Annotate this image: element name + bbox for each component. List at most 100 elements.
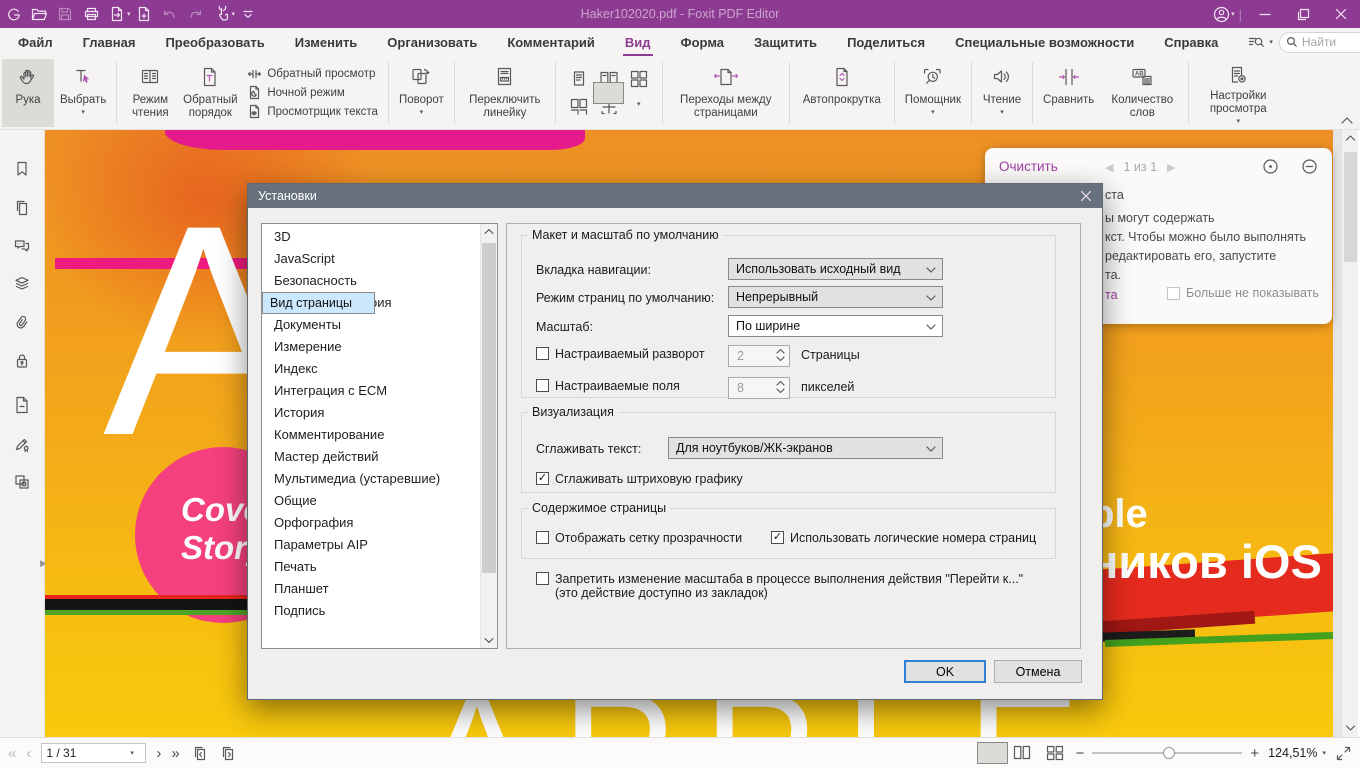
custom-spread-spinner[interactable]: 2 (728, 345, 790, 367)
category-item[interactable]: Комментирование (262, 424, 480, 446)
bookmarks-icon[interactable] (13, 160, 31, 178)
linked-content-icon[interactable] (13, 473, 31, 491)
list-scrollbar[interactable] (480, 224, 497, 648)
pages-icon[interactable] (13, 199, 31, 217)
search-input-box[interactable] (1278, 31, 1360, 53)
read-mode-button[interactable]: Режим чтения (121, 59, 179, 127)
comments-icon[interactable] (13, 237, 31, 255)
status-layout-quad-button[interactable] (1043, 742, 1067, 764)
prev-page-button[interactable]: ‹ (26, 745, 31, 762)
reverse-view-button[interactable]: Обратный просмотр (247, 67, 378, 81)
category-item[interactable]: История (262, 402, 480, 424)
menu-help[interactable]: Справка (1164, 35, 1218, 50)
new-document-icon[interactable] (131, 2, 157, 26)
assistant-button[interactable]: Помощник ▾ (899, 59, 967, 127)
menu-accessibility[interactable]: Специальные возможности (955, 35, 1134, 50)
category-item-selected[interactable]: Вид страницы (262, 292, 375, 314)
dialog-titlebar[interactable]: Установки (248, 184, 1102, 208)
category-item[interactable]: Орфография (262, 512, 480, 534)
logical-pages-checkbox[interactable]: ✓ Использовать логические номера страниц (771, 531, 1036, 545)
select-tool-button[interactable]: Выбрать ▾ (54, 59, 112, 127)
last-page-button[interactable]: » (171, 745, 179, 762)
menu-edit[interactable]: Изменить (295, 35, 358, 50)
search-mode-caret-icon[interactable]: ▾ (1269, 38, 1273, 46)
signature-icon[interactable] (13, 435, 31, 453)
category-item[interactable]: Измерение (262, 336, 480, 358)
category-item[interactable]: JavaScript (262, 248, 480, 270)
zoom-value-dropdown[interactable]: 124,51% ▾ (1268, 746, 1326, 760)
close-button[interactable] (1322, 0, 1360, 28)
menu-form[interactable]: Форма (681, 35, 724, 50)
print-icon[interactable] (78, 2, 104, 26)
smooth-text-select[interactable]: Для ноутбуков/ЖК-экранов (668, 437, 943, 459)
list-scrollbar-thumb[interactable] (482, 243, 496, 573)
smooth-lineart-checkbox[interactable]: ✓ Сглаживать штриховую графику (536, 472, 743, 486)
vertical-scrollbar[interactable] (1341, 130, 1358, 737)
spinner-arrows-icon[interactable] (776, 348, 785, 362)
menu-share[interactable]: Поделиться (847, 35, 925, 50)
hand-tool-button[interactable]: Рука (2, 59, 54, 127)
nav-tab-select[interactable]: Использовать исходный вид (728, 258, 943, 280)
fullscreen-icon[interactable] (1335, 745, 1352, 762)
minimize-button[interactable] (1246, 0, 1284, 28)
security-icon[interactable] (13, 352, 31, 370)
rotate-button[interactable]: Поворот ▾ (393, 59, 450, 127)
word-count-button[interactable]: AB Количество слов (1100, 59, 1184, 127)
attachments-icon[interactable] (13, 314, 31, 332)
category-item[interactable]: Мастер действий (262, 446, 480, 468)
zoom-in-button[interactable]: + (1250, 745, 1259, 762)
next-page-button[interactable]: › (156, 745, 161, 762)
category-item[interactable]: Печать (262, 556, 480, 578)
search-input[interactable] (1301, 35, 1360, 49)
spinner-arrows-icon[interactable] (776, 380, 785, 394)
zoom-slider-knob[interactable] (1162, 747, 1175, 759)
notification-action-link[interactable]: та (1105, 288, 1118, 302)
toggle-ruler-button[interactable]: Переключить линейку (459, 59, 551, 127)
status-layout-continuous-button[interactable] (976, 742, 1008, 764)
layout-continuous-button[interactable] (593, 82, 625, 104)
forbid-zoom-checkbox[interactable]: Запретить изменение масштаба в процессе … (536, 572, 1023, 600)
restore-button[interactable] (1284, 0, 1322, 28)
notification-clear-link[interactable]: Очистить (999, 159, 1058, 174)
zoom-slider-track[interactable] (1092, 747, 1243, 759)
menu-file[interactable]: Файл (18, 35, 53, 50)
view-settings-button[interactable]: Настройки просмотра ▾ (1193, 59, 1283, 127)
cancel-button[interactable]: Отмена (994, 660, 1082, 683)
dialog-close-icon[interactable] (1078, 188, 1094, 204)
pager-prev-icon[interactable]: ◀ (1105, 161, 1113, 174)
menu-view[interactable]: Вид (622, 35, 653, 57)
scrollbar-thumb[interactable] (1344, 152, 1357, 262)
category-item[interactable]: Документы (262, 314, 480, 336)
notification-collapse-icon[interactable] (1301, 158, 1318, 175)
dont-show-again-checkbox[interactable]: Больше не показывать (1167, 286, 1319, 300)
reverse-order-button[interactable]: Обратный порядок (179, 59, 241, 127)
status-layout-facing-button[interactable] (1010, 742, 1034, 764)
transparency-grid-checkbox[interactable]: Отображать сетку прозрачности (536, 531, 742, 545)
preferences-category-list[interactable]: 3D JavaScript Безопасность Вид страницы … (261, 223, 498, 649)
autoscroll-button[interactable]: Автопрокрутка (794, 59, 890, 127)
category-item[interactable]: Индекс (262, 358, 480, 380)
page-transitions-button[interactable]: Переходы между страницами (667, 59, 785, 127)
split-caret-icon[interactable]: ▾ (637, 100, 641, 108)
category-item[interactable]: Безопасность (262, 270, 480, 292)
page-number-input[interactable] (46, 746, 131, 760)
list-scroll-down-icon[interactable] (484, 637, 494, 644)
advanced-search-icon[interactable] (1248, 35, 1266, 50)
menu-organize[interactable]: Организовать (387, 35, 477, 50)
reading-button[interactable]: Чтение ▾ (976, 59, 1028, 127)
layout-quad-button[interactable] (625, 66, 653, 92)
scroll-up-icon[interactable] (1345, 134, 1356, 142)
customize-toolbar-icon[interactable] (235, 2, 261, 26)
destinations-icon[interactable] (13, 396, 31, 414)
category-item[interactable]: Интеграция с ECM (262, 380, 480, 402)
layers-icon[interactable] (13, 275, 31, 293)
scroll-down-icon[interactable] (1345, 724, 1356, 732)
custom-spread-checkbox[interactable]: Настраиваемый разворот (536, 347, 705, 361)
zoom-out-button[interactable]: − (1076, 745, 1085, 762)
compare-button[interactable]: Сравнить (1037, 59, 1100, 127)
page-number-box[interactable]: ▾ (41, 743, 147, 763)
menu-convert[interactable]: Преобразовать (165, 35, 264, 50)
category-item[interactable]: Параметры AIP (262, 534, 480, 556)
text-viewer-button[interactable]: Просмотрщик текста (247, 104, 378, 119)
page-caret-icon[interactable]: ▾ (130, 749, 134, 757)
